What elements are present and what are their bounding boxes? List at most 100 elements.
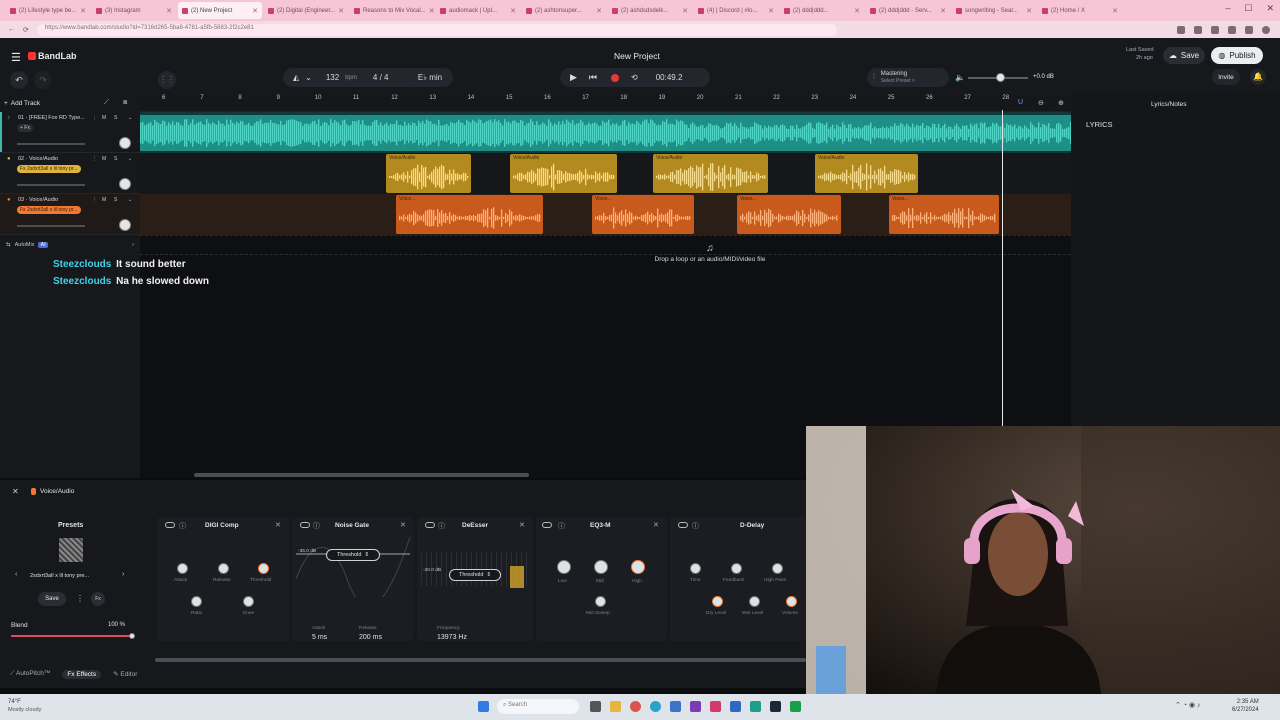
track-volume-slider[interactable] [17,143,85,145]
browser-tab[interactable]: (2) Digital (Engineer... ✕ [264,2,348,19]
chevron-down-icon[interactable]: ⌄ [128,115,132,121]
bpm-value[interactable]: 132 [326,73,339,82]
browser-tab[interactable]: (3) Instagram ✕ [92,2,176,19]
save-button[interactable]: ☁ Save [1163,47,1205,64]
snap-icon[interactable]: U [1018,99,1023,106]
time-knob[interactable] [690,563,701,574]
close-icon[interactable]: ✕ [338,7,344,15]
blend-slider-track[interactable] [11,635,132,637]
chevron-down-icon[interactable]: ⌄ [128,197,132,203]
close-icon[interactable]: ✕ [510,7,516,15]
close-icon[interactable]: ✕ [400,521,406,529]
more-icon[interactable]: ⋮ [92,197,97,203]
maximize-button[interactable]: ☐ [1244,3,1252,14]
wet-level-knob[interactable] [749,596,760,607]
mute-button[interactable]: M [102,156,106,162]
close-icon[interactable]: ✕ [854,7,860,15]
close-icon[interactable]: ✕ [12,487,19,496]
browser-tab[interactable]: (2) ashtonsuper... ✕ [522,2,606,19]
undo-icon[interactable]: ↶ [10,71,28,89]
close-window-button[interactable]: ✕ [1266,3,1274,14]
automix-row[interactable]: ⇆ AutoMix AI › [0,236,140,254]
app-icon[interactable] [710,701,721,712]
menu-icon[interactable]: ☰ [11,51,21,64]
tab-autopitch[interactable]: ⟋ AutoPitch™ [10,670,50,679]
back-icon[interactable]: ← [8,26,15,33]
solo-button[interactable]: S [114,156,117,162]
audio-clip[interactable]: Voice/Audio [510,154,617,193]
low-knob[interactable] [557,560,571,574]
high-pass-knob[interactable] [772,563,783,574]
info-icon[interactable]: ⓘ [692,521,699,531]
audio-clip[interactable]: Voice/Audio [653,154,768,193]
taskbar-search[interactable]: ⌕ Search [497,699,579,714]
browser-tab[interactable]: Reasons to Mix Vocal... ✕ [350,2,434,19]
mixer-icon[interactable]: ⧈ [123,99,127,107]
url-input[interactable]: https://www.bandlab.com/studio?id=7316d2… [36,23,837,36]
clock[interactable]: 2:35 AM 6/27/2024 [1232,698,1259,714]
chevron-down-icon[interactable]: ⌄ [305,73,312,82]
horizontal-scrollbar[interactable] [194,473,529,477]
grid-toggle-icon[interactable]: ⋮⋮ [158,71,176,89]
more-icon[interactable]: ⋮ [76,594,84,603]
project-title[interactable]: New Project [614,51,660,61]
profile-avatar[interactable] [1262,25,1270,34]
fx-scrollbar[interactable] [155,658,806,662]
steam-icon[interactable] [770,701,781,712]
attack-knob[interactable] [177,563,188,574]
close-icon[interactable]: ✕ [682,7,688,15]
power-toggle[interactable] [300,522,310,528]
browser-tab[interactable]: (2) ashdsdsdelk... ✕ [608,2,692,19]
track-name[interactable]: 01 · [FREE] Fox RD Type... [18,115,85,121]
app-icon[interactable] [790,701,801,712]
minimize-button[interactable]: – [1225,3,1230,14]
extension-icon[interactable] [1194,25,1202,34]
audio-clip[interactable]: Voice... [889,195,999,234]
master-volume-handle[interactable] [996,73,1005,82]
deesser-band[interactable] [510,566,524,588]
key-selector[interactable]: E♭ min [407,68,453,87]
chrome-icon[interactable] [630,701,641,712]
time-signature[interactable]: 4 / 4 [373,73,389,82]
audio-clip[interactable]: Voice/Audio [386,154,471,193]
chevron-left-icon[interactable]: ‹ [15,571,17,578]
timeline-ruler[interactable]: 6 7 8 9 10 11 12 13 14 15 16 17 18 19 20 21 22 23 24 25 26 27… [140,94,1071,112]
playhead[interactable] [1002,110,1003,428]
browser-tab[interactable]: (2) Lifestyle type be... ✕ [6,2,90,19]
extension-icon[interactable] [1211,25,1219,34]
more-icon[interactable]: ⋮ [92,156,97,162]
feedback-knob[interactable] [731,563,742,574]
close-icon[interactable]: ✕ [429,7,434,15]
mid-sweep-knob[interactable] [595,596,606,607]
knee-knob[interactable] [243,596,254,607]
mute-icon[interactable]: 🔈 [955,73,965,82]
power-toggle[interactable] [425,522,435,528]
browser-tab[interactable]: (2) New Project ✕ [178,2,262,19]
app-icon[interactable] [750,701,761,712]
threshold-knob[interactable] [258,563,269,574]
zoom-in-icon[interactable]: ⊕ [1058,99,1064,107]
browser-tab[interactable]: (4) | Discord | #lo... ✕ [694,2,778,19]
track-header-2[interactable]: ● 02 · Voice/Audio Fx 2sdxrt3all x lil t… [0,153,140,194]
threshold-control[interactable]: Threshold ⇕ [449,569,501,581]
taskview-icon[interactable] [590,701,601,712]
info-icon[interactable]: ⓘ [179,521,186,531]
track-volume-slider[interactable] [17,184,85,186]
close-icon[interactable]: ✕ [166,7,172,15]
app-icon[interactable] [730,701,741,712]
more-icon[interactable]: ⋮ [92,115,97,121]
preset-name[interactable]: 2sdxrt3all x lil tony pre... [30,573,89,579]
close-icon[interactable]: ✕ [1112,7,1118,15]
info-icon[interactable]: ⓘ [313,521,320,531]
reload-icon[interactable]: ⟳ [23,26,29,34]
weather-widget[interactable]: 74°F Mostly cloudy [8,698,41,714]
volume-knob[interactable] [786,596,797,607]
redo-icon[interactable]: ↷ [34,71,52,89]
mastering-button[interactable]: ⫶ Mastering Select Preset > [867,68,949,87]
skip-to-start-icon[interactable]: ⏮ [589,72,597,83]
mid-knob[interactable] [594,560,608,574]
track-fx-button[interactable]: + Fx [17,124,33,132]
drop-zone[interactable]: ♫ Drop a loop or an audio/MIDI/video fil… [620,243,800,263]
track-fx-button[interactable]: Fx 2sdxrt3all x lil tony pr... [17,165,81,173]
track-header-3[interactable]: ● 03 · Voice/Audio Fx 2sdxrt3all x lil t… [0,194,140,235]
